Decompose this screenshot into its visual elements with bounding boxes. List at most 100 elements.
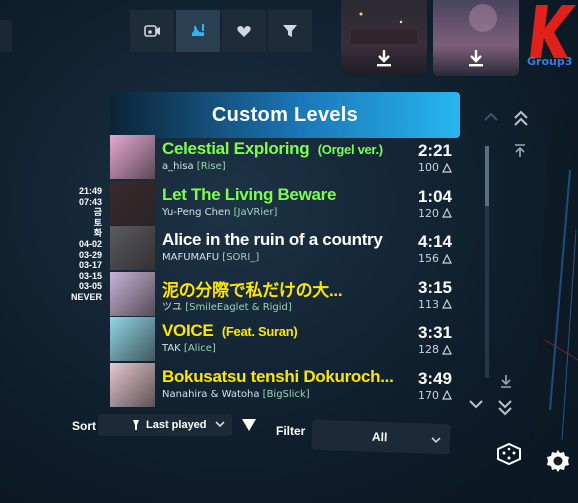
song-duration: 1:04: [417, 186, 452, 206]
song-author: ツユ: [162, 301, 182, 313]
note-count: 170: [418, 388, 439, 402]
note-count: 100: [418, 161, 439, 174]
song-duration: 3:15: [417, 277, 452, 297]
date-entry: 03-15: [78, 270, 102, 281]
song-credits: TAK [Alice]: [162, 343, 216, 354]
group-label: Group3: [527, 55, 573, 68]
sort-dropdown[interactable]: Last played: [98, 414, 232, 436]
page-down-icon[interactable]: [497, 398, 513, 416]
sort-descending-icon: [242, 419, 256, 431]
song-notes: 170: [418, 389, 452, 402]
note-icon: [442, 162, 452, 173]
left-panel-stub: [0, 20, 12, 52]
custom-levels-icon: [192, 24, 204, 36]
song-notes: 128: [418, 343, 452, 356]
song-duration: 3:49: [417, 368, 452, 388]
song-credits: Nanahira & Watoha [BigSlick]: [162, 389, 310, 400]
date-entry: 화: [93, 228, 102, 239]
note-count: 156: [418, 252, 439, 265]
note-icon: [442, 208, 452, 218]
sort-type-icon: [133, 420, 139, 430]
list-header: Custom Levels: [110, 92, 460, 138]
song-mapper: [SORI_]: [222, 252, 260, 263]
sort-value: Last played: [146, 419, 207, 431]
scroll-down-icon[interactable]: [469, 399, 483, 409]
scroll-up-icon[interactable]: [484, 112, 498, 122]
song-title-text: Let The Living Beware: [162, 184, 337, 204]
download-icon[interactable]: [433, 48, 519, 68]
song-mapper-text: Rise: [200, 161, 222, 172]
featured-cover-2[interactable]: [433, 0, 519, 76]
song-mapper-text: BigSlick: [266, 388, 306, 400]
song-row[interactable]: Alice in the ruin of a country MAFUMAFU …: [110, 226, 460, 270]
random-song-button[interactable]: [496, 442, 522, 466]
song-credits: MAFUMAFU [SORI_]: [162, 252, 259, 263]
playlists-button[interactable]: [130, 10, 174, 52]
song-mapper-text: SORI_: [226, 252, 256, 263]
filter-dropdown[interactable]: All: [311, 419, 451, 455]
date-entry: 07:43: [78, 196, 102, 207]
note-count: 128: [418, 343, 439, 356]
song-title-text: VOICE: [162, 321, 214, 340]
gear-icon: [547, 450, 569, 472]
sort-label: Sort: [72, 419, 96, 433]
song-title-suffix: (Orgel ver.): [317, 142, 383, 157]
date-entry: 03-17: [78, 260, 102, 271]
song-author: Nanahira & Watoha: [162, 388, 260, 400]
song-author: a_hisa: [162, 161, 194, 172]
page-title: Custom Levels: [211, 103, 359, 126]
song-duration: 3:31: [417, 323, 452, 342]
page-up-icon[interactable]: [513, 110, 529, 128]
note-icon: [442, 253, 452, 264]
scrollbar-thumb[interactable]: [485, 146, 489, 206]
note-icon: [442, 390, 452, 400]
song-mapper: [Rise]: [196, 161, 226, 172]
song-mapper-text: JaVRier: [237, 206, 274, 218]
chevron-down-icon: [431, 437, 441, 444]
date-entry: 21:49: [78, 186, 102, 196]
note-icon: [442, 299, 452, 309]
playlist-icon: [144, 25, 160, 37]
song-notes: 100: [418, 161, 452, 174]
song-cover: [110, 362, 155, 407]
song-cover: [110, 226, 155, 270]
song-notes: 156: [418, 252, 452, 265]
date-entry: 금: [93, 207, 102, 218]
song-mapper-text: Alice: [187, 343, 212, 354]
download-icon[interactable]: [341, 48, 427, 68]
song-row[interactable]: 泥の分際で私だけの大... ツユ [SmileEaglet & Rigid] 3…: [110, 271, 460, 316]
scroll-top-icon[interactable]: [514, 144, 526, 158]
scroll-bottom-icon[interactable]: [500, 374, 512, 388]
sort-direction-button[interactable]: [241, 418, 257, 432]
settings-button[interactable]: [545, 448, 571, 474]
note-count: 113: [418, 297, 439, 311]
filter-icon: [283, 25, 297, 37]
dice-icon: [497, 442, 521, 466]
song-title-text: Alice in the ruin of a country: [162, 230, 383, 249]
song-author: TAK: [162, 343, 181, 354]
date-entry: 04-02: [78, 238, 102, 249]
note-icon: [442, 344, 452, 355]
song-author: Yu-Peng Chen: [162, 206, 231, 218]
song-row[interactable]: Let The Living Beware Yu-Peng Chen [JaVR…: [110, 180, 460, 225]
favorites-button[interactable]: [222, 10, 266, 52]
date-entry: 토: [93, 217, 102, 228]
top-toolbar: [130, 10, 314, 52]
song-title: Celestial Exploring (Orgel ver.): [162, 139, 383, 159]
date-entry: 03-29: [78, 249, 102, 260]
song-mapper-text: SmileEaglet & Rigid: [189, 301, 288, 313]
song-mapper: [SmileEaglet & Rigid]: [185, 301, 292, 313]
song-row[interactable]: Bokusatsu tenshi Dokuroch... Nanahira & …: [110, 362, 460, 407]
featured-cover-1[interactable]: [341, 0, 427, 76]
song-row[interactable]: Celestial Exploring (Orgel ver.) a_hisa …: [110, 135, 460, 179]
song-title-text: Bokusatsu tenshi Dokuroch...: [162, 366, 394, 386]
date-column: 21:49 07:43 금 토 화 04-02 03-29 03-17 03-15 03-05 NE…: [60, 186, 102, 303]
chevron-down-icon: [215, 421, 225, 428]
song-row[interactable]: VOICE (Feat. Suran) TAK [Alice] 3:31 128: [110, 317, 460, 361]
song-cover: [110, 271, 155, 316]
custom-levels-button[interactable]: [176, 10, 220, 52]
note-count: 120: [418, 206, 439, 220]
date-entry: 03-05: [78, 281, 102, 292]
filter-button[interactable]: [268, 10, 312, 52]
date-entry: NEVER: [70, 291, 102, 302]
